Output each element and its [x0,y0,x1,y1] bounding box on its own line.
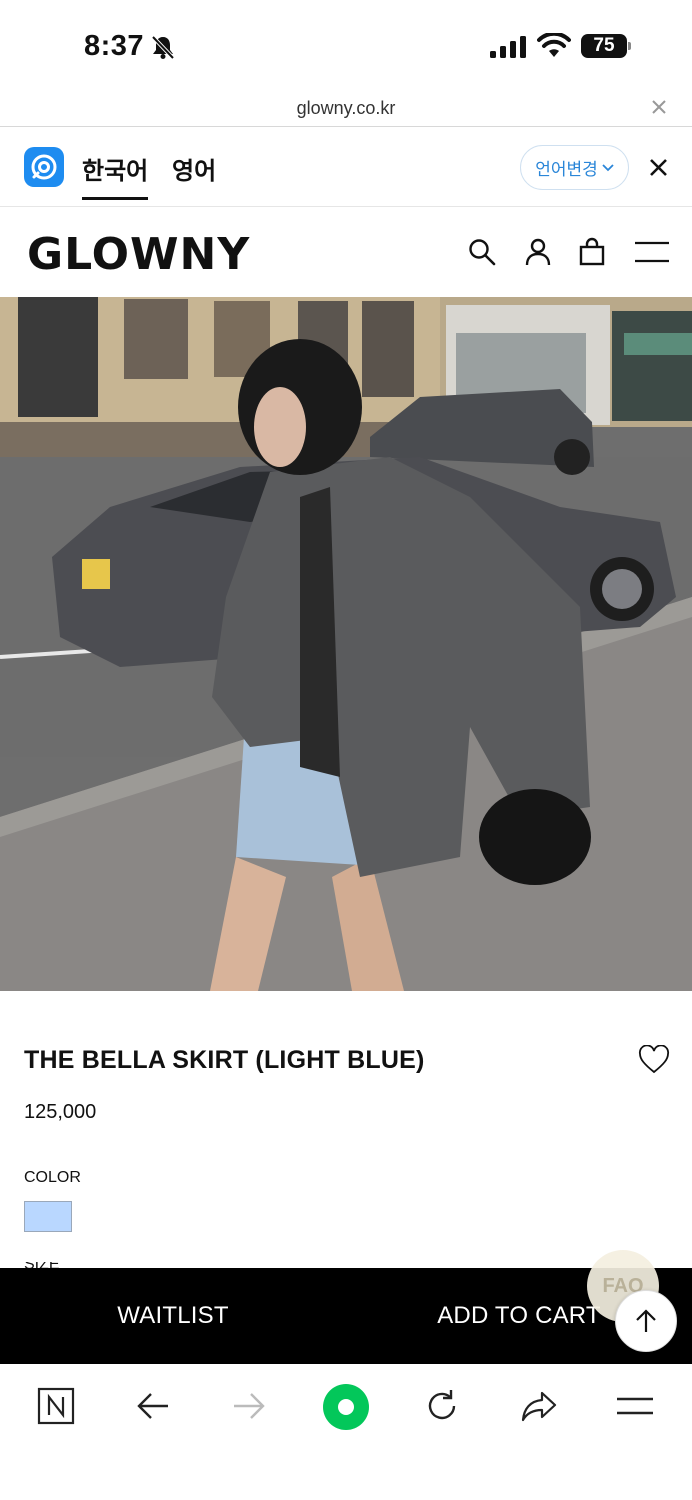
menu-icon[interactable] [634,237,670,267]
product-image[interactable] [0,297,692,991]
site-logo[interactable]: GLOWNY [27,229,250,280]
battery-icon: 75 [581,34,631,58]
site-header: GLOWNY [0,207,692,297]
arrow-up-icon [636,1309,656,1332]
product-photo [0,297,692,991]
battery-level-text: 75 [593,35,615,56]
papago-translate-icon[interactable] [24,147,64,187]
browser-toolbar [0,1364,692,1500]
search-icon[interactable] [467,237,497,267]
bell-off-icon [151,35,175,60]
url-bar[interactable]: glowny.co.kr [0,92,692,127]
cellular-signal-icon [490,36,526,58]
product-price: 125,000 [24,1101,97,1123]
tab-english[interactable]: 영어 [172,151,216,186]
close-icon[interactable] [652,100,666,114]
waitlist-button[interactable]: WAITLIST [0,1268,346,1364]
heart-icon[interactable] [638,1045,670,1075]
share-icon[interactable] [519,1386,559,1426]
product-title: THE BELLA SKIRT (LIGHT BLUE) [24,1046,425,1074]
back-icon[interactable] [133,1386,173,1426]
scroll-to-top-button[interactable] [615,1290,677,1352]
color-label: COLOR [24,1169,81,1186]
forward-icon[interactable] [229,1386,269,1426]
chevron-down-icon [602,163,614,171]
color-swatch-light-blue[interactable] [24,1201,72,1232]
status-time: 8:37 [84,30,145,62]
menu-icon[interactable] [615,1386,655,1426]
url-domain[interactable]: glowny.co.kr [0,98,692,119]
change-language-button[interactable]: 언어변경 [520,145,629,190]
user-icon[interactable] [523,237,553,267]
status-bar: 8:37 75 [0,0,692,92]
translate-bar: 한국어 영어 언어변경 [0,127,692,207]
tab-korean[interactable]: 한국어 [82,151,149,200]
naver-home-icon[interactable] [36,1386,76,1426]
cart-icon[interactable] [577,237,607,267]
green-dot-icon[interactable] [321,1382,371,1432]
close-translate-icon[interactable] [650,159,667,176]
battery-cap [628,42,631,50]
change-language-label: 언어변경 [535,160,598,179]
wifi-icon [537,33,571,57]
reload-icon[interactable] [422,1386,462,1426]
